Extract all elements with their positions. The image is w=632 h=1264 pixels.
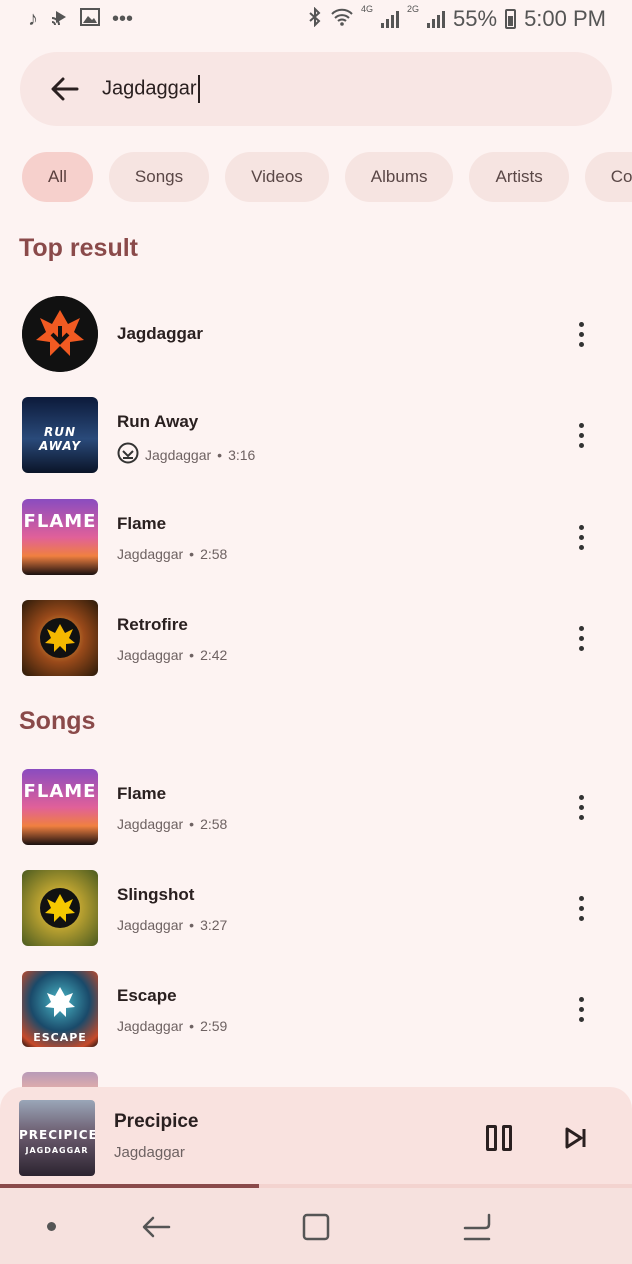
item-title: Escape <box>117 986 177 1005</box>
item-duration: 2:59 <box>200 1018 228 1034</box>
item-artist: Jagdaggar <box>145 446 212 463</box>
more-dots-icon: ••• <box>112 8 134 30</box>
item-artist: Jagdaggar <box>117 647 184 663</box>
song-artwork: ESCAPE <box>22 971 98 1047</box>
cast-icon <box>50 8 68 31</box>
downloaded-icon <box>117 442 139 467</box>
item-duration: 2:42 <box>200 647 228 663</box>
section-title-top-result: Top result <box>19 234 138 262</box>
artwork-text: ESCAPE <box>33 1031 87 1044</box>
now-playing-artist: Jagdaggar <box>114 1144 185 1161</box>
network-label-4g: 4G <box>360 4 373 14</box>
more-options-icon[interactable] <box>566 415 596 455</box>
mini-player[interactable]: PRECIPICE JAGDAGGAR Precipice Jagdaggar <box>0 1087 632 1189</box>
item-title: Run Away <box>117 412 199 431</box>
list-item-artist[interactable]: Jagdaggar <box>0 294 632 374</box>
now-playing-title: Precipice <box>114 1111 199 1132</box>
list-item-song[interactable]: RUN AWAY Run Away Jagdaggar • 3:16 <box>0 395 632 475</box>
artwork-subtext: JAGDAGGAR <box>25 1146 89 1155</box>
list-item-song[interactable]: FLAME Flame Jagdaggar • 2:58 <box>0 767 632 847</box>
more-options-icon[interactable] <box>566 618 596 658</box>
more-options-icon[interactable] <box>566 787 596 827</box>
artist-avatar <box>22 296 98 372</box>
separator: • <box>189 816 195 832</box>
search-input[interactable]: Jagdaggar <box>102 75 200 103</box>
artwork-text: FLAME <box>23 511 97 532</box>
search-query: Jagdaggar <box>102 77 197 100</box>
battery-percent: 55% <box>453 6 498 31</box>
item-duration: 2:58 <box>200 546 228 562</box>
list-item-song[interactable]: ESCAPE Escape Jagdaggar • 2:59 <box>0 969 632 1049</box>
separator: • <box>189 1018 195 1034</box>
network-label-2g: 2G <box>407 4 420 14</box>
filter-chips: All Songs Videos Albums Artists Comm <box>22 152 632 202</box>
bluetooth-icon <box>307 6 323 32</box>
more-options-icon[interactable] <box>566 888 596 928</box>
list-item-song[interactable]: Retrofire Jagdaggar • 2:42 <box>0 598 632 678</box>
chip-artists[interactable]: Artists <box>469 152 569 202</box>
image-icon <box>80 7 100 31</box>
back-arrow-icon[interactable] <box>50 74 80 104</box>
item-title: Retrofire <box>117 615 188 634</box>
nav-back-icon[interactable] <box>141 1212 171 1242</box>
chip-community[interactable]: Comm <box>584 152 632 202</box>
now-playing-artwork: PRECIPICE JAGDAGGAR <box>19 1100 95 1176</box>
item-title: Flame <box>117 784 167 803</box>
battery-icon <box>505 9 517 29</box>
song-artwork <box>22 600 98 676</box>
item-title: Slingshot <box>117 885 195 904</box>
more-options-icon[interactable] <box>566 989 596 1029</box>
section-title-songs: Songs <box>19 707 96 735</box>
signal-strength-icon <box>381 10 399 28</box>
chip-songs[interactable]: Songs <box>108 152 210 202</box>
separator: • <box>189 546 195 562</box>
separator: • <box>217 446 223 463</box>
item-artist: Jagdaggar <box>117 546 184 562</box>
more-options-icon[interactable] <box>566 517 596 557</box>
song-artwork: FLAME <box>22 499 98 575</box>
music-note-icon: ♪ <box>28 8 38 30</box>
song-artwork: RUN AWAY <box>22 397 98 473</box>
status-bar: ♪ ••• 4G 2G 55% 5:00 PM <box>0 0 632 38</box>
artwork-text: PRECIPICE <box>19 1128 95 1142</box>
nav-recents-icon[interactable] <box>462 1212 492 1242</box>
item-artist: Jagdaggar <box>117 1018 184 1034</box>
wifi-icon <box>331 8 353 31</box>
status-time: 5:00 PM <box>524 6 606 31</box>
more-options-icon[interactable] <box>566 314 596 354</box>
item-artist: Jagdaggar <box>117 816 184 832</box>
list-item-song[interactable]: Slingshot Jagdaggar • 3:27 <box>0 868 632 948</box>
item-title: Jagdaggar <box>117 324 203 343</box>
separator: • <box>189 917 195 933</box>
item-title: Flame <box>117 514 167 533</box>
separator: • <box>189 647 195 663</box>
search-bar: Jagdaggar <box>20 52 612 126</box>
song-artwork <box>22 870 98 946</box>
status-right-icons: 4G 2G 55% 5:00 PM <box>307 4 606 32</box>
chip-videos[interactable]: Videos <box>225 152 329 202</box>
list-item-song[interactable]: FLAME Flame Jagdaggar • 2:58 <box>0 497 632 577</box>
skip-next-icon[interactable] <box>563 1125 589 1151</box>
artwork-text: RUN AWAY <box>38 425 82 453</box>
item-duration: 2:58 <box>200 816 228 832</box>
pause-icon[interactable] <box>486 1125 512 1151</box>
nav-home-icon[interactable] <box>301 1212 331 1242</box>
item-duration: 3:16 <box>228 446 256 463</box>
artwork-text: FLAME <box>23 781 97 802</box>
chip-all[interactable]: All <box>22 152 93 202</box>
song-artwork: FLAME <box>22 769 98 845</box>
system-nav-bar <box>0 1188 632 1264</box>
chip-albums[interactable]: Albums <box>344 152 454 202</box>
nav-dot-icon[interactable] <box>47 1222 56 1231</box>
status-left-icons: ♪ ••• <box>28 7 134 31</box>
item-duration: 3:27 <box>200 917 228 933</box>
item-artist: Jagdaggar <box>117 917 184 933</box>
text-caret <box>197 75 200 103</box>
signal-strength-icon <box>427 10 446 28</box>
